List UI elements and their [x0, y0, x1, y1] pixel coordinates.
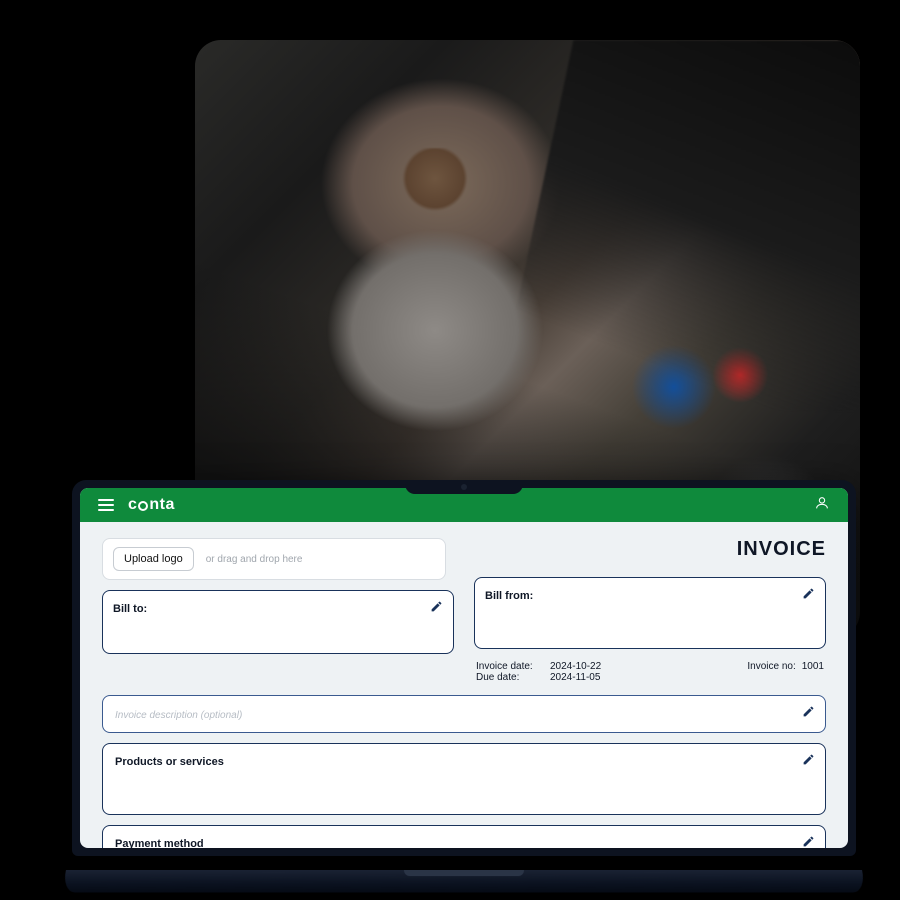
invoice-meta: Invoice date: 2024-10-22 Due date: 2024-…	[474, 659, 826, 683]
logo-o-icon	[138, 501, 148, 511]
products-label: Products or services	[115, 756, 224, 768]
app-screen: cnta Upload logo or drag and drop here	[80, 488, 848, 848]
invoice-no-value[interactable]: 1001	[802, 661, 824, 672]
edit-icon[interactable]	[801, 586, 815, 600]
laptop-base	[61, 870, 867, 893]
logo-upload[interactable]: Upload logo or drag and drop here	[102, 538, 446, 580]
edit-icon[interactable]	[801, 834, 815, 848]
logo-text-suffix: nta	[149, 496, 175, 514]
payment-label: Payment method	[115, 838, 204, 848]
invoice-date-label: Invoice date:	[476, 661, 544, 672]
products-field[interactable]: Products or services	[102, 743, 826, 815]
due-date-label: Due date:	[476, 672, 544, 683]
edit-icon[interactable]	[429, 599, 443, 613]
invoice-form: Upload logo or drag and drop here Bill t…	[80, 522, 848, 848]
bill-from-field[interactable]: Bill from:	[474, 577, 826, 649]
edit-icon[interactable]	[801, 752, 815, 766]
bill-to-label: Bill to:	[113, 603, 147, 615]
payment-method-field[interactable]: Payment method	[102, 825, 826, 848]
brand-logo[interactable]: cnta	[128, 496, 175, 514]
bill-from-label: Bill from:	[485, 590, 533, 602]
logo-text-prefix: c	[128, 496, 137, 514]
laptop-mockup: cnta Upload logo or drag and drop here	[72, 480, 856, 892]
page-title: INVOICE	[474, 538, 826, 561]
laptop-notch	[405, 480, 523, 494]
invoice-no-label: Invoice no:	[747, 661, 795, 672]
photo-subject	[285, 148, 585, 528]
description-placeholder: Invoice description (optional)	[115, 710, 242, 721]
laptop-screen-frame: cnta Upload logo or drag and drop here	[72, 480, 856, 856]
bill-to-field[interactable]: Bill to:	[102, 590, 454, 654]
user-icon[interactable]	[814, 495, 830, 516]
invoice-date-value[interactable]: 2024-10-22	[550, 661, 601, 672]
upload-logo-button[interactable]: Upload logo	[113, 547, 194, 571]
menu-icon[interactable]	[98, 499, 114, 511]
due-date-value[interactable]: 2024-11-05	[550, 672, 600, 683]
edit-icon[interactable]	[801, 704, 815, 718]
invoice-description-field[interactable]: Invoice description (optional)	[102, 695, 826, 733]
upload-hint: or drag and drop here	[206, 554, 303, 565]
